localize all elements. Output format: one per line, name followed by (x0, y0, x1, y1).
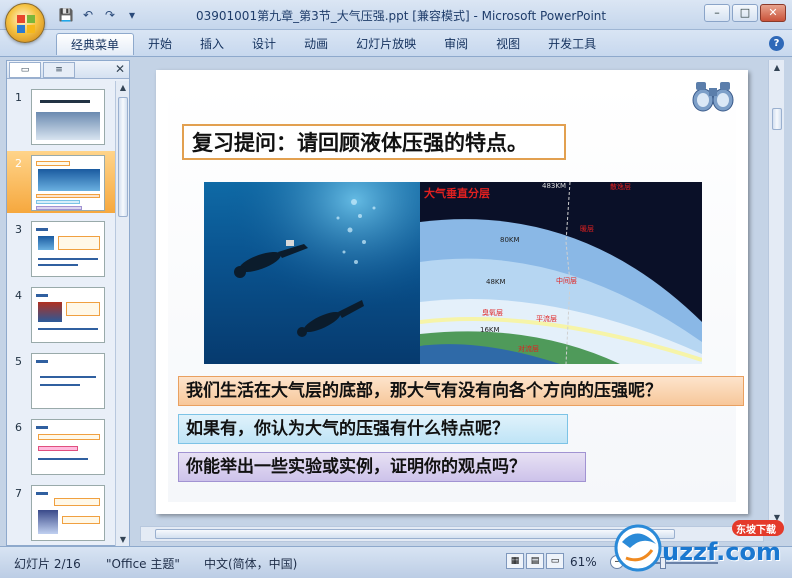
slide-scroll-thumb[interactable] (772, 108, 782, 130)
tab-view[interactable]: 视图 (482, 33, 534, 55)
slide-thumbnail-2[interactable]: 2 (7, 151, 115, 213)
redo-icon[interactable]: ↷ (102, 7, 118, 23)
window-title: 03901001第九章_第3节_大气压强.ppt [兼容模式] - Micros… (196, 9, 607, 23)
pane-close-icon[interactable]: ✕ (115, 62, 125, 76)
slide-thumbnail-1[interactable]: 1 (7, 85, 115, 147)
tab-developer[interactable]: 开发工具 (534, 33, 610, 55)
maximize-button[interactable]: □ (732, 4, 758, 22)
slide-thumbnail-3[interactable]: 3 (7, 217, 115, 279)
slide-thumbnail-6[interactable]: 6 (7, 415, 115, 477)
text-box-pressure-features: 如果有，你认为大气的压强有什么特点呢？ (178, 414, 568, 444)
diving-photo (204, 182, 420, 364)
theme-name[interactable]: "Office 主题" (106, 555, 180, 572)
text-box-examples: 你能举出一些实验或实例，证明你的观点吗？ (178, 452, 586, 482)
tab-insert[interactable]: 插入 (186, 33, 238, 55)
thumbnail-scrollbar[interactable]: ▲ ▼ (115, 81, 129, 547)
minimize-button[interactable]: – (704, 4, 730, 22)
text-box-atmosphere-question: 我们生活在大气层的底部，那大气有没有向各个方向的压强呢？ (178, 376, 744, 406)
quick-access-toolbar: 💾 ↶ ↷ ▾ (58, 7, 140, 23)
scroll-down-icon[interactable]: ▼ (117, 534, 129, 546)
atmosphere-layers-image: 大气垂直分层 483KM 散逸层 暖层 80KM 中间层 48KM 平流层 臭氧… (420, 182, 702, 364)
slides-pane: ▭ ≡ ✕ 1 2 3 4 5 6 7 ▲ ▼ (6, 60, 130, 547)
office-logo-icon (17, 15, 35, 33)
undo-icon[interactable]: ↶ (80, 7, 96, 23)
customize-icon[interactable]: ▾ (124, 7, 140, 23)
slide-thumbnail-5[interactable]: 5 (7, 349, 115, 411)
current-slide[interactable]: 复习提问：请回顾液体压强的特点。 大气垂直分层 483KM 散逸层 暖层 80K… (156, 70, 748, 514)
review-question: 复习提问：请回顾液体压强的特点。 (182, 124, 566, 160)
pane-tabs: ▭ ≡ ✕ (7, 61, 129, 79)
tab-animation[interactable]: 动画 (290, 33, 342, 55)
slideshow-view-icon[interactable]: ▭ (546, 553, 564, 569)
slide-thumbnail-4[interactable]: 4 (7, 283, 115, 345)
window-controls: – □ ✕ (704, 4, 786, 22)
site-watermark: 东坡下载 uzzf.com (612, 514, 788, 576)
binoculars-icon (692, 82, 734, 112)
slide-vertical-scrollbar[interactable]: ▲ ▼ (768, 60, 784, 526)
slide-thumbnail-7[interactable]: 7 (7, 481, 115, 543)
horizontal-scroll-thumb[interactable] (155, 529, 675, 539)
slide-sorter-icon[interactable]: ▤ (526, 553, 544, 569)
thumbnail-list: 1 2 3 4 5 6 7 (7, 81, 115, 547)
ribbon-tabs: 经典菜单 开始 插入 设计 动画 幻灯片放映 审阅 视图 开发工具 (56, 33, 610, 55)
tab-design[interactable]: 设计 (238, 33, 290, 55)
slide-counter: 幻灯片 2/16 (14, 557, 81, 571)
slide-editor: 复习提问：请回顾液体压强的特点。 大气垂直分层 483KM 散逸层 暖层 80K… (136, 60, 784, 546)
normal-view-icon[interactable]: ▦ (506, 553, 524, 569)
language-indicator[interactable]: 中文(简体，中国) (204, 555, 297, 572)
zoom-level[interactable]: 61% (570, 555, 597, 569)
tab-classic-menu[interactable]: 经典菜单 (56, 33, 135, 55)
slide-scroll-up-icon[interactable]: ▲ (771, 62, 783, 74)
outline-tab-icon[interactable]: ≡ (43, 62, 75, 78)
title-bar: 💾 ↶ ↷ ▾ 03901001第九章_第3节_大气压强.ppt [兼容模式] … (0, 0, 792, 30)
ribbon: 经典菜单 开始 插入 设计 动画 幻灯片放映 审阅 视图 开发工具 ? (0, 30, 792, 57)
scroll-up-icon[interactable]: ▲ (117, 82, 129, 94)
office-button[interactable] (5, 3, 45, 43)
slides-tab-icon[interactable]: ▭ (9, 62, 41, 78)
view-buttons: ▦ ▤ ▭ (506, 553, 564, 569)
tab-home[interactable]: 开始 (134, 33, 186, 55)
tab-slideshow[interactable]: 幻灯片放映 (342, 33, 430, 55)
tab-review[interactable]: 审阅 (430, 33, 482, 55)
close-button[interactable]: ✕ (760, 4, 786, 22)
watermark-badge: 东坡下载 (736, 525, 776, 536)
help-icon[interactable]: ? (769, 36, 784, 51)
scroll-thumb[interactable] (118, 97, 128, 217)
save-icon[interactable]: 💾 (58, 7, 74, 23)
watermark-text: uzzf.com (662, 538, 781, 566)
